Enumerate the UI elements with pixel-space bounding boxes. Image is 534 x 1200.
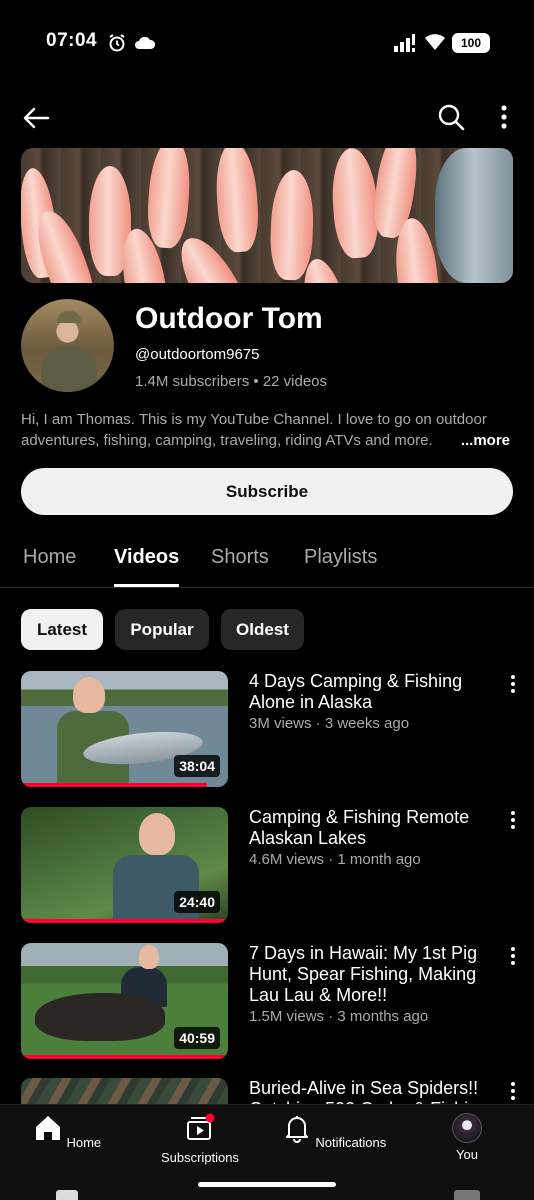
avatar-body <box>41 347 97 392</box>
tab-playlists[interactable]: Playlists <box>304 546 377 569</box>
user-avatar <box>452 1113 482 1143</box>
channel-avatar[interactable] <box>21 299 114 392</box>
more-vert-icon[interactable] <box>506 809 520 831</box>
ghost-nav-shape <box>56 1190 78 1200</box>
video-item[interactable]: 40:59 7 Days in Hawaii: My 1st Pig Hunt,… <box>0 943 534 1059</box>
bell-icon <box>285 1116 308 1143</box>
video-duration: 24:40 <box>174 891 220 913</box>
video-thumbnail[interactable]: 24:40 <box>21 807 228 923</box>
more-vert-icon[interactable] <box>506 1080 520 1102</box>
tab-home[interactable]: Home <box>23 546 76 569</box>
ghost-nav-shape <box>454 1190 480 1200</box>
chip-latest[interactable]: Latest <box>21 609 103 650</box>
avatar-cap <box>57 311 81 323</box>
chip-oldest[interactable]: Oldest <box>221 609 304 650</box>
tab-videos[interactable]: Videos <box>114 546 179 569</box>
video-meta: 1.5M views · 3 months ago <box>249 1008 429 1025</box>
nav-notifications-label: Notifications <box>315 1135 387 1150</box>
video-item[interactable]: 38:04 4 Days Camping & Fishing Alone in … <box>0 671 534 787</box>
top-app-bar <box>0 96 534 140</box>
video-thumbnail[interactable]: 40:59 <box>21 943 228 1059</box>
video-duration: 38:04 <box>174 755 220 777</box>
signal-icon <box>394 34 415 52</box>
home-icon <box>35 1116 60 1140</box>
nav-you[interactable]: You <box>412 1113 522 1162</box>
alarm-icon <box>109 34 125 52</box>
tab-shorts[interactable]: Shorts <box>211 546 269 569</box>
watch-progress-bar <box>21 919 228 923</box>
video-title[interactable]: 7 Days in Hawaii: My 1st Pig Hunt, Spear… <box>249 943 489 1006</box>
active-tab-indicator <box>114 584 179 587</box>
subscriptions-icon <box>187 1113 215 1140</box>
banner-fish <box>329 148 381 260</box>
more-vert-icon[interactable] <box>506 945 520 967</box>
thumb-face <box>139 813 175 855</box>
nav-home-label: Home <box>66 1135 102 1150</box>
nav-subscriptions-label: Subscriptions <box>160 1150 240 1165</box>
video-thumbnail[interactable]: 38:04 <box>21 671 228 787</box>
banner-fish <box>213 148 261 254</box>
chip-popular[interactable]: Popular <box>115 609 209 650</box>
video-title[interactable]: 4 Days Camping & Fishing Alone in Alaska <box>249 671 489 713</box>
nav-you-label: You <box>456 1147 478 1162</box>
watch-progress-bar <box>21 783 208 787</box>
more-vert-icon[interactable] <box>506 673 520 695</box>
nav-subscriptions[interactable]: Subscriptions <box>145 1113 255 1165</box>
nav-home[interactable]: Home <box>12 1113 122 1150</box>
video-meta: 4.6M views · 1 month ago <box>249 851 421 868</box>
channel-stats: 1.4M subscribers • 22 videos <box>135 373 328 390</box>
back-arrow-icon[interactable] <box>20 102 52 134</box>
thumb-face <box>73 677 105 713</box>
battery-icon: 100 <box>452 33 490 53</box>
status-bar: 07:04 100 <box>0 0 534 88</box>
channel-description-text: Hi, I am Thomas. This is my YouTube Chan… <box>21 411 487 449</box>
status-time: 07:04 <box>46 30 98 51</box>
wifi-icon <box>425 34 445 50</box>
watch-progress-bar <box>21 1055 228 1059</box>
thumb-pig <box>35 993 165 1041</box>
video-title[interactable]: Camping & Fishing Remote Alaskan Lakes <box>249 807 489 849</box>
channel-tabs: Home Videos Shorts Playlists <box>0 532 534 588</box>
banner-fish <box>145 148 193 250</box>
more-vert-icon[interactable] <box>494 102 514 132</box>
channel-handle: @outdoortom9675 <box>135 346 260 363</box>
video-meta: 3M views · 3 weeks ago <box>249 715 410 732</box>
video-duration: 40:59 <box>174 1027 220 1049</box>
channel-name: Outdoor Tom <box>135 302 323 335</box>
channel-description[interactable]: Hi, I am Thomas. This is my YouTube Chan… <box>21 409 513 451</box>
more-link[interactable]: ...more <box>436 430 510 451</box>
home-indicator <box>198 1182 336 1187</box>
channel-banner <box>21 148 513 283</box>
nav-notifications[interactable]: Notifications <box>279 1113 389 1150</box>
video-item[interactable]: 24:40 Camping & Fishing Remote Alaskan L… <box>0 807 534 923</box>
battery-level: 100 <box>460 36 482 50</box>
thumb-face <box>139 945 159 969</box>
cloud-icon <box>135 36 156 49</box>
subscribe-button[interactable]: Subscribe <box>21 468 513 515</box>
search-icon[interactable] <box>436 102 466 132</box>
banner-tuna <box>435 148 513 283</box>
